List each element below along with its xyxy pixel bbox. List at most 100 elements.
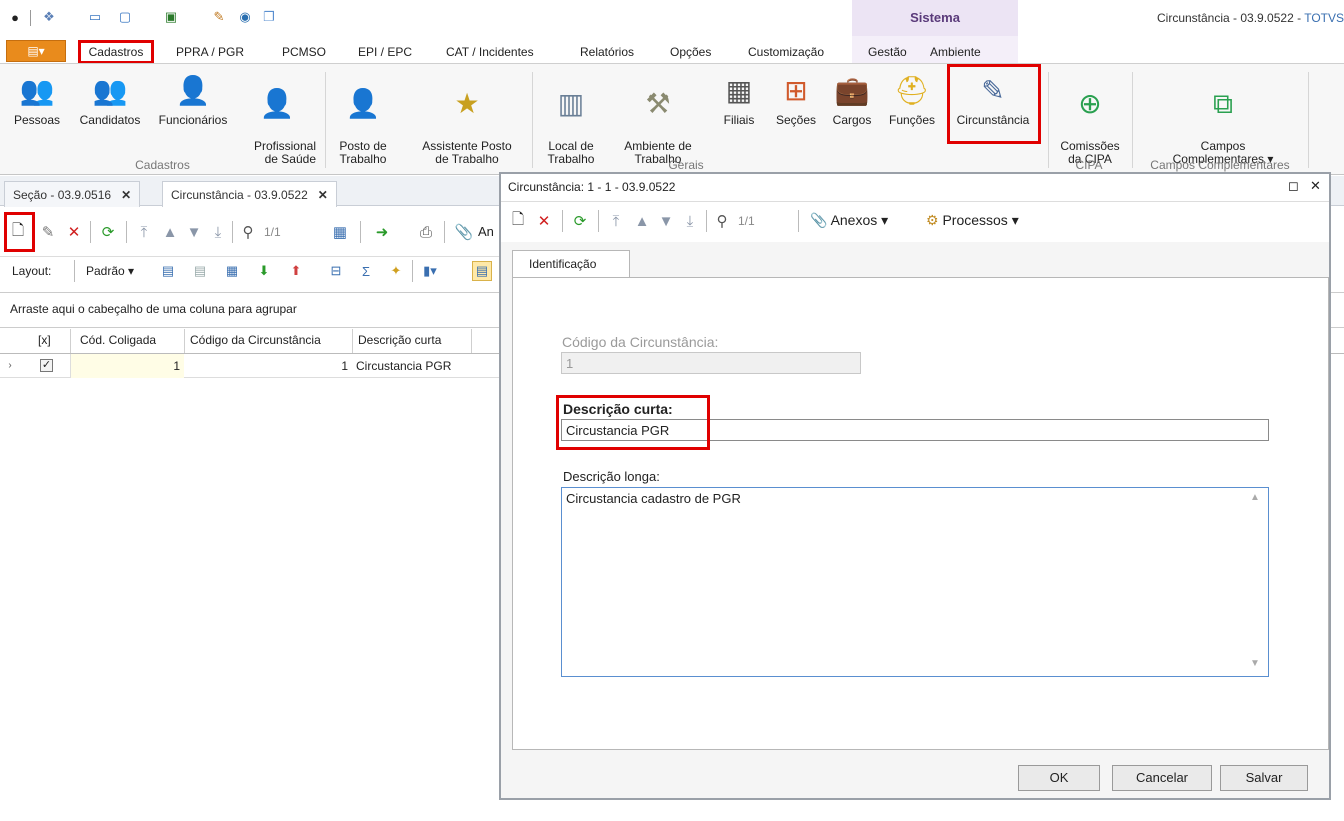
ribbon-btn-candidatos[interactable]: 👥 Candidatos: [72, 72, 148, 127]
calendar-icon[interactable]: ▦: [330, 222, 350, 242]
cancel-button[interactable]: Cancelar: [1112, 765, 1212, 791]
sistema-context-label: Sistema: [910, 10, 960, 25]
grid-icon[interactable]: ▦: [222, 261, 242, 281]
filter-icon[interactable]: ⊟: [326, 261, 346, 281]
ok-button[interactable]: OK: [1018, 765, 1100, 791]
edit-icon[interactable]: ✎: [38, 222, 58, 242]
ribbon-btn-campos-complementares[interactable]: ⧉ Campos Complementares ▾: [1140, 72, 1306, 166]
ribbon-btn-pessoas[interactable]: 👥 Pessoas: [8, 72, 66, 127]
ribbon-btn-posto-trabalho[interactable]: 👤 Posto de Trabalho: [330, 72, 396, 166]
tab-cadastros[interactable]: Cadastros: [78, 40, 154, 64]
column-header-select[interactable]: [x]: [38, 333, 51, 347]
ribbon-btn-circunstancia[interactable]: ✎ Circunstância: [950, 72, 1036, 127]
arrange-icon[interactable]: ▣: [162, 8, 180, 26]
preview-panel-icon[interactable]: ▤: [472, 261, 492, 281]
desc-longa-textarea[interactable]: Circustancia cadastro de PGR: [561, 487, 1269, 677]
copy-icon[interactable]: ❐: [260, 8, 278, 26]
ribbon-btn-filiais-label: Filiais: [723, 113, 755, 127]
layout-down-icon[interactable]: ⬇: [254, 261, 274, 281]
ribbon-btn-profissional-saude[interactable]: 👤 Profissional de Saúde: [238, 72, 316, 166]
layout-load-icon[interactable]: ▤: [190, 261, 210, 281]
toolbar-separator: [360, 221, 361, 243]
column-header-descricao[interactable]: Descrição curta: [358, 333, 441, 347]
new-record-icon[interactable]: 🗋: [508, 211, 528, 231]
window-menu-icon[interactable]: ▢: [116, 8, 134, 26]
tab-identificacao[interactable]: Identificação: [512, 250, 630, 278]
workstation-icon: 👤: [345, 87, 381, 119]
ribbon-group-separator: [325, 72, 326, 168]
previous-record-icon[interactable]: ▲: [160, 222, 180, 242]
column-header-codigo[interactable]: Código da Circunstância: [190, 333, 321, 347]
delete-icon[interactable]: ✕: [534, 211, 554, 231]
first-record-icon[interactable]: ⤒: [606, 211, 626, 231]
ribbon-btn-cargos[interactable]: 💼 Cargos: [826, 72, 878, 127]
tools-icon[interactable]: ✎: [210, 8, 228, 26]
dialog-record-pager: 1/1: [738, 214, 755, 228]
new-record-icon[interactable]: 🗋: [8, 222, 28, 242]
ribbon-btn-comissoes-cipa[interactable]: ⊕ Comissões da CIPA: [1052, 72, 1128, 166]
file-menu-button[interactable]: ▤▾: [6, 40, 66, 62]
next-record-icon[interactable]: ▼: [656, 211, 676, 231]
first-record-icon[interactable]: ⤒: [134, 222, 154, 242]
highlight-icon[interactable]: ✦: [386, 261, 406, 281]
layout-save-icon[interactable]: ▤: [158, 261, 178, 281]
ribbon-group-separator: [1308, 72, 1309, 168]
codigo-field[interactable]: 1: [561, 352, 861, 374]
ribbon-btn-secoes[interactable]: ⊞ Seções: [770, 72, 822, 127]
doc-tab-circunstancia[interactable]: Circunstância - 03.9.0522 ✕: [162, 181, 337, 207]
ribbon-btn-pessoas-label: Pessoas: [13, 113, 61, 127]
print-icon[interactable]: ⎙: [416, 222, 436, 242]
processos-dropdown[interactable]: ⚙ Processos ▾: [926, 212, 1019, 229]
close-icon[interactable]: ✕: [1310, 178, 1321, 194]
maximize-icon[interactable]: ◻: [1288, 178, 1299, 194]
apps-icon[interactable]: ❖: [40, 8, 58, 26]
next-record-icon[interactable]: ▼: [184, 222, 204, 242]
layout-up-icon[interactable]: ⬆: [286, 261, 306, 281]
globe-icon[interactable]: ◉: [236, 8, 254, 26]
ribbon-btn-assistente-posto[interactable]: ★ Assistente Posto de Trabalho: [410, 72, 524, 166]
anexos-dropdown[interactable]: 📎 Anexos ▾: [810, 212, 888, 229]
previous-record-icon[interactable]: ▲: [632, 211, 652, 231]
refresh-icon[interactable]: ⟳: [98, 222, 118, 242]
ribbon-btn-ambiente-trabalho[interactable]: ⚒ Ambiente de Trabalho: [612, 72, 704, 166]
attachment-icon[interactable]: 📎: [454, 222, 474, 242]
close-icon[interactable]: ✕: [318, 188, 328, 202]
wizard-icon: ★: [454, 87, 480, 119]
ribbon-btn-funcoes-label: Funções: [888, 113, 936, 127]
close-icon[interactable]: ✕: [121, 188, 131, 202]
desc-curta-field[interactable]: Circustancia PGR: [561, 419, 1269, 441]
plus-circle-icon: ⊕: [1078, 87, 1102, 119]
scroll-down-icon[interactable]: ▼: [1250, 658, 1260, 669]
delete-icon[interactable]: ✕: [64, 222, 84, 242]
window-icon[interactable]: ▭: [86, 8, 104, 26]
binoculars-icon[interactable]: ⚲: [712, 211, 732, 231]
layout-preset-dropdown[interactable]: Padrão ▾: [86, 264, 134, 278]
tab-customizacao[interactable]: Customização: [748, 45, 824, 59]
tab-ppra-pgr[interactable]: PPRA / PGR: [176, 45, 244, 59]
ribbon-btn-funcoes[interactable]: ⛑ Funções: [882, 72, 942, 127]
last-record-icon[interactable]: ⤓: [208, 222, 228, 242]
binoculars-icon[interactable]: ⚲: [238, 222, 258, 242]
tab-relatorios[interactable]: Relatórios: [580, 45, 634, 59]
refresh-icon[interactable]: ⟳: [570, 211, 590, 231]
export-icon[interactable]: ➜: [372, 222, 392, 242]
tab-cat-incidentes[interactable]: CAT / Incidentes: [446, 45, 534, 59]
last-record-icon[interactable]: ⤓: [680, 211, 700, 231]
tab-gestao[interactable]: Gestão: [868, 45, 907, 59]
save-button[interactable]: Salvar: [1220, 765, 1308, 791]
tab-opcoes[interactable]: Opções: [670, 45, 711, 59]
scroll-up-icon[interactable]: ▲: [1250, 492, 1260, 503]
app-icon[interactable]: ●: [6, 8, 24, 26]
tab-epi-epc[interactable]: EPI / EPC: [358, 45, 412, 59]
ribbon-btn-filiais[interactable]: ▦ Filiais: [718, 72, 760, 127]
ribbon-btn-funcionarios[interactable]: 👤 Funcionários: [152, 72, 234, 127]
doc-tab-secao[interactable]: Seção - 03.9.0516 ✕: [4, 181, 141, 207]
row-checkbox[interactable]: ✓: [40, 359, 53, 372]
column-header-coligada[interactable]: Cód. Coligada: [80, 333, 156, 347]
tab-ambiente[interactable]: Ambiente: [930, 45, 981, 59]
chart-icon[interactable]: ▮▾: [420, 261, 440, 281]
ribbon-btn-local-trabalho[interactable]: ▥ Local de Trabalho: [538, 72, 604, 166]
cell-descricao: Circustancia PGR: [356, 359, 452, 373]
tab-pcmso[interactable]: PCMSO: [282, 45, 326, 59]
sum-icon[interactable]: Σ: [356, 261, 376, 281]
